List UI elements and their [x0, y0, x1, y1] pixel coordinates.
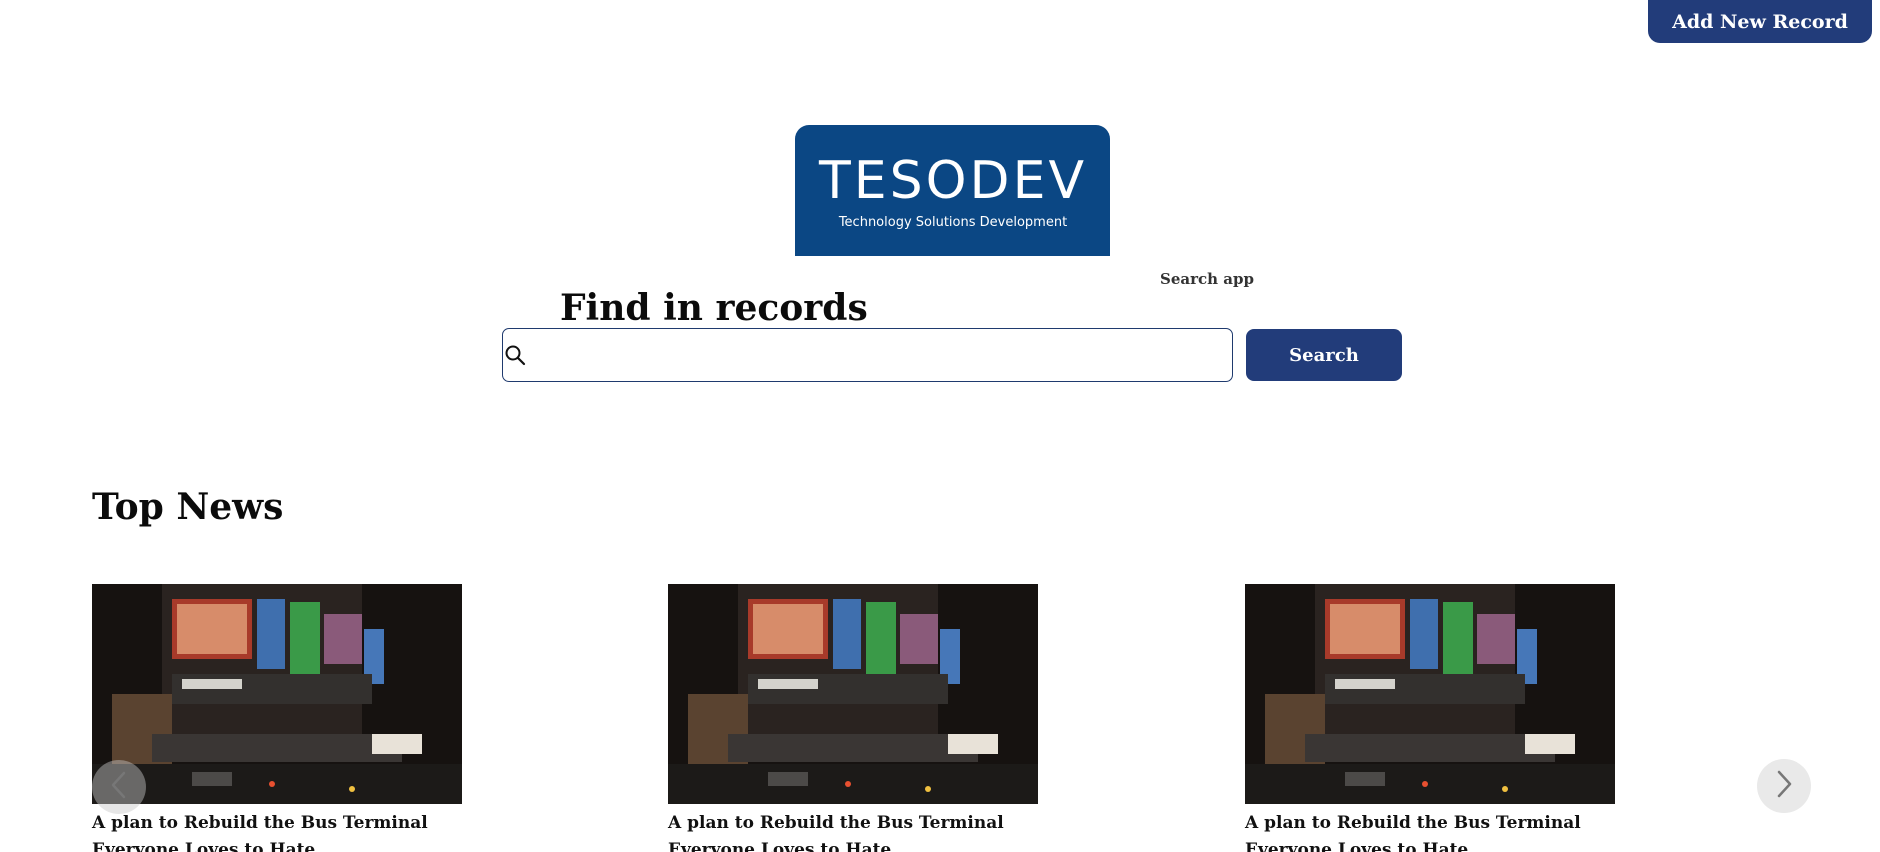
news-card[interactable]: A plan to Rebuild the Bus Terminal Every…: [668, 584, 1038, 852]
search-app-label: Search app: [1160, 270, 1254, 288]
search-icon: [503, 343, 527, 367]
add-new-record-button[interactable]: Add New Record: [1648, 0, 1872, 43]
search-button[interactable]: Search: [1246, 329, 1402, 381]
logo-wordmark: TESODEV: [818, 151, 1087, 211]
search-box: [502, 328, 1233, 382]
news-headline[interactable]: A plan to Rebuild the Bus Terminal Every…: [668, 810, 1038, 852]
tesodev-logo: TESODEV Technology Solutions Development: [795, 125, 1110, 256]
chevron-left-icon: [107, 770, 131, 804]
news-headline[interactable]: A plan to Rebuild the Bus Terminal Every…: [1245, 810, 1615, 852]
find-in-records-title: Find in records: [560, 287, 868, 329]
search-input[interactable]: [535, 329, 1232, 381]
top-news-heading: Top News: [92, 486, 284, 528]
news-card[interactable]: A plan to Rebuild the Bus Terminal Every…: [1245, 584, 1615, 852]
news-image[interactable]: [1245, 584, 1615, 804]
chevron-right-icon: [1772, 769, 1796, 803]
news-headline[interactable]: A plan to Rebuild the Bus Terminal Every…: [92, 810, 462, 852]
news-card[interactable]: A plan to Rebuild the Bus Terminal Every…: [92, 584, 462, 852]
carousel-next-button[interactable]: [1757, 759, 1811, 813]
logo-graphic: TESODEV Technology Solutions Development: [818, 151, 1087, 230]
news-image[interactable]: [92, 584, 462, 804]
carousel-prev-button[interactable]: [92, 760, 146, 814]
logo-tagline: Technology Solutions Development: [837, 215, 1066, 230]
news-image[interactable]: [668, 584, 1038, 804]
